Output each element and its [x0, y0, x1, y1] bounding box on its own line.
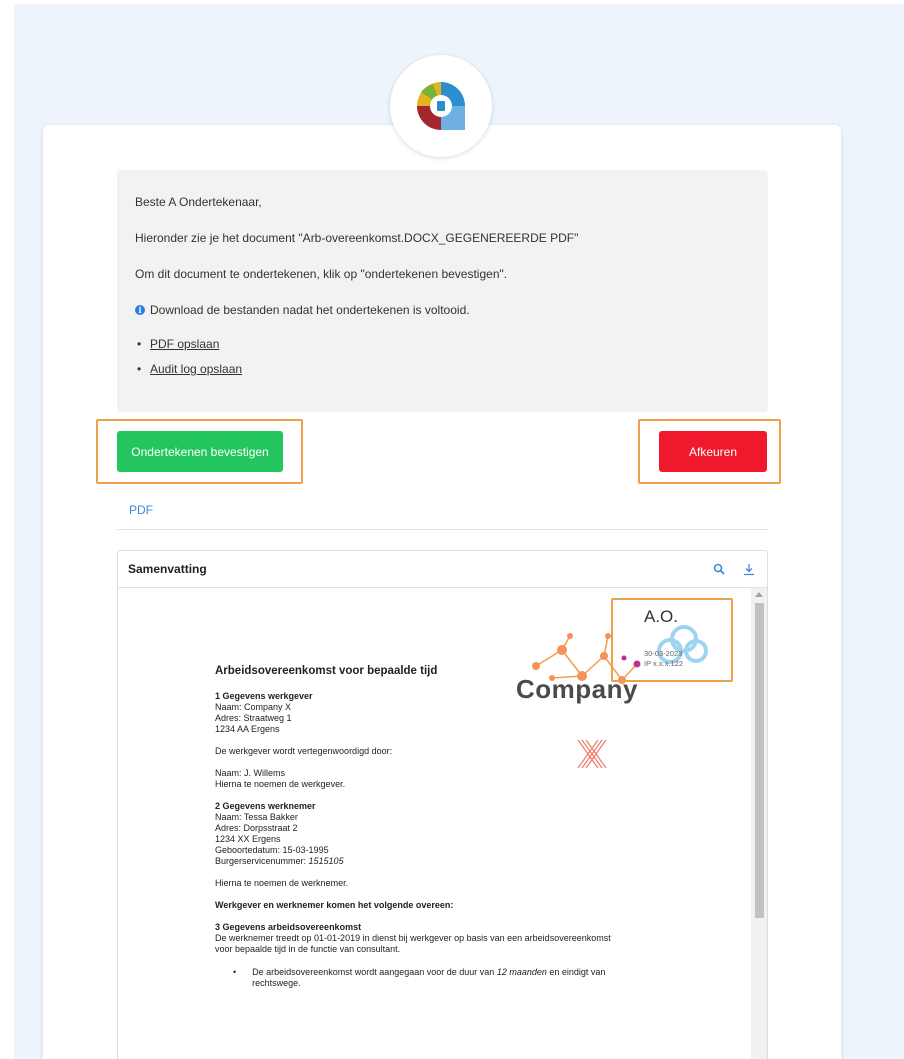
represented-text: De werkgever wordt vertegenwoordigd door… — [215, 746, 393, 756]
employee-address: Adres: Dorpsstraat 2 — [215, 823, 298, 833]
employee-name: Naam: Tessa Bakker — [215, 812, 298, 822]
employee-birthdate: Geboortedatum: 15-03-1995 — [215, 845, 329, 855]
agreement-text: Werkgever en werknemer komen het volgend… — [215, 900, 454, 910]
scroll-thumb[interactable] — [755, 603, 764, 918]
divider — [117, 529, 768, 530]
section-heading: 3 Gegevens arbeidsovereenkomst — [215, 922, 362, 932]
instruction-text: Om dit document te ondertekenen, klik op… — [135, 267, 508, 281]
viewer-title: Samenvatting — [128, 562, 207, 576]
signing-message: Beste A Ondertekenaar, Hieronder zie je … — [117, 170, 768, 412]
tab-pdf[interactable]: PDF — [129, 503, 153, 517]
list-item: Audit log opslaan — [135, 362, 750, 376]
employee-bsn: Burgerservicenummer: 1515105 — [215, 856, 344, 866]
save-pdf-link[interactable]: PDF opslaan — [150, 337, 219, 351]
scroll-up-icon[interactable] — [755, 592, 763, 597]
save-audit-log-link[interactable]: Audit log opslaan — [150, 362, 242, 376]
signature-initials: A.O. — [644, 607, 679, 626]
contract-line: De werknemer treedt op 01-01-2019 in die… — [215, 933, 611, 943]
employee-city: 1234 XX Ergens — [215, 834, 281, 844]
download-icon[interactable] — [741, 561, 757, 577]
download-links: PDF opslaan Audit log opslaan — [135, 337, 750, 376]
representative-note: Hierna te noemen de werkgever. — [215, 779, 346, 789]
app-logo — [390, 55, 492, 157]
list-item: PDF opslaan — [135, 337, 750, 351]
document-title: Arbeidsovereenkomst voor bepaalde tijd — [215, 665, 438, 677]
section-heading: 1 Gegevens werkgever — [215, 691, 313, 701]
download-info-text: Download de bestanden nadat het ondertek… — [150, 303, 470, 317]
reject-button[interactable]: Afkeuren — [659, 431, 767, 472]
document-viewer: Samenvatting Company A.O. 30-03-2023 IP … — [117, 550, 768, 1059]
employer-city: 1234 AA Ergens — [215, 724, 280, 734]
document-body: Arbeidsovereenkomst voor bepaalde tijd 1… — [215, 665, 685, 989]
employee-note: Hierna te noemen de werknemer. — [215, 878, 349, 888]
employer-name: Naam: Company X — [215, 702, 292, 712]
app-logo-icon — [417, 82, 465, 130]
representative-name: Naam: J. Willems — [215, 768, 286, 778]
search-icon[interactable] — [711, 561, 727, 577]
download-info: i Download de bestanden nadat het ondert… — [135, 303, 750, 317]
info-icon: i — [135, 305, 145, 315]
viewer-header: Samenvatting — [118, 551, 767, 588]
contract-line: voor bepaalde tijd in de functie van con… — [215, 944, 401, 954]
confirm-sign-button[interactable]: Ondertekenen bevestigen — [117, 431, 283, 472]
intro-text: Hieronder zie je het document "Arb-overe… — [135, 231, 579, 245]
document-page: Company A.O. 30-03-2023 IP x.x.x.122 Arb… — [118, 588, 752, 1059]
section-heading: 2 Gegevens werknemer — [215, 801, 316, 811]
signature-date: 30-03-2023 — [644, 649, 683, 658]
list-item: • De arbeidsovereenkomst wordt aangegaan… — [233, 967, 606, 988]
viewer-scrollbar[interactable] — [751, 588, 767, 1059]
greeting-text: Beste A Ondertekenaar, — [135, 195, 262, 209]
employer-address: Adres: Straatweg 1 — [215, 713, 292, 723]
